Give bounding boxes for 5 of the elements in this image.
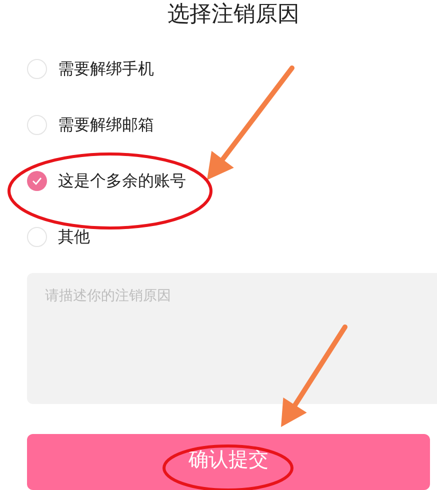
reason-option[interactable]: 其他 [27,209,90,265]
page-title: 选择注销原因 [166,1,300,26]
reason-option[interactable]: 需要解绑手机 [27,41,154,97]
reason-option[interactable]: 需要解绑邮箱 [27,97,154,153]
reason-option[interactable]: 这是个多余的账号 [27,153,186,209]
